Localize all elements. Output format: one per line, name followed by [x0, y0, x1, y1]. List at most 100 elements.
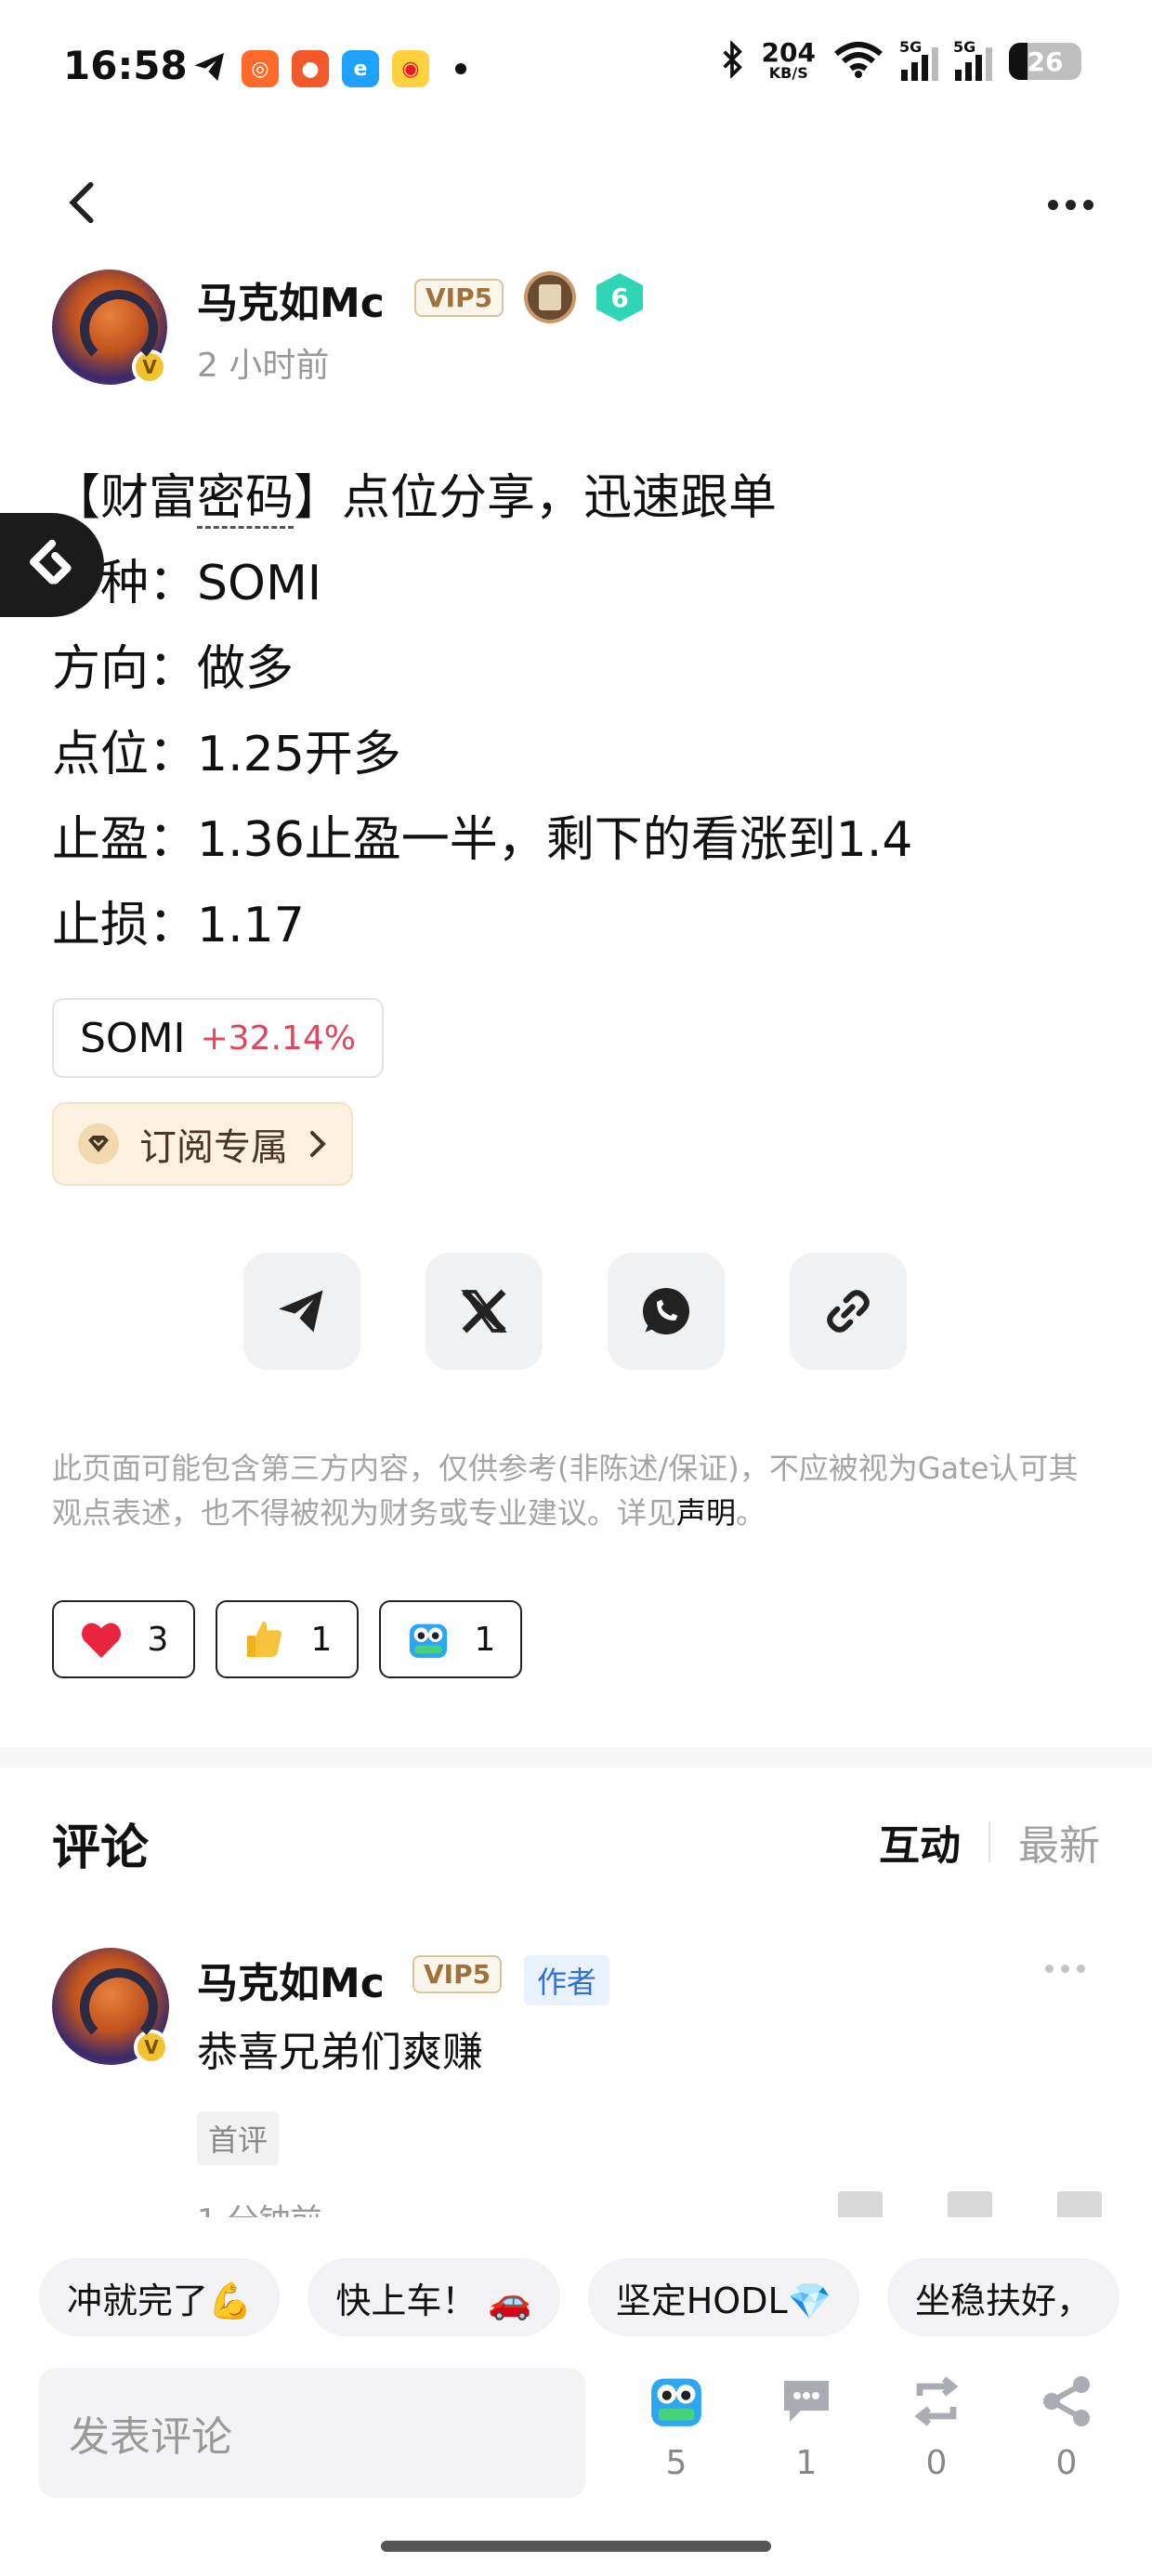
post-line-coin: 币种：SOMI: [52, 556, 322, 611]
whatsapp-icon: [643, 1288, 689, 1334]
section-divider: [0, 1747, 1152, 1768]
quick-reply-chip[interactable]: 冲就完了💪: [39, 2258, 281, 2336]
comment-text: 恭喜兄弟们爽赚: [197, 2029, 483, 2076]
more-dot-icon: [1045, 1965, 1054, 1973]
home-indicator[interactable]: [381, 2541, 771, 2552]
battery-icon: 26: [1009, 43, 1081, 80]
post-body: 【财富密码】点位分享，迅速跟单 币种：SOMI 方向：做多 点位：1.25开多 …: [52, 455, 1102, 968]
coin-tag[interactable]: SOMI +32.14%: [52, 998, 384, 1078]
sort-tab-interaction[interactable]: 互动: [879, 1812, 961, 1872]
thumbs-up-icon: [242, 1617, 287, 1662]
share-telegram-button[interactable]: [243, 1253, 360, 1370]
share-whatsapp-button[interactable]: [608, 1253, 725, 1370]
bottom-bar: 发表评论 5 1 0 0: [0, 2368, 1152, 2507]
comment-bubble-icon: [777, 2372, 836, 2431]
hodl-icon: [406, 1617, 451, 1662]
top-nav: [0, 167, 1152, 242]
comment-avatar[interactable]: V: [52, 1948, 169, 2065]
status-right: 204 KB/S 5G 5G 26: [719, 38, 1081, 82]
post-line-direction: 方向：做多: [52, 641, 295, 697]
chevron-left-icon: [69, 181, 94, 224]
floating-share-bubble[interactable]: [0, 513, 104, 617]
disclaimer-text: 此页面可能包含第三方内容，仅供参考(非陈述/保证)，不应被视为Gate认可其观点…: [52, 1451, 1079, 1531]
disclaimer-end: 。: [736, 1495, 766, 1531]
hodl-button[interactable]: 5: [641, 2372, 712, 2482]
author-avatar[interactable]: V: [52, 269, 167, 385]
comment-more-button[interactable]: [1045, 1965, 1085, 1973]
coin-tag-change: +32.14%: [200, 1019, 356, 1058]
pin-icon[interactable]: [838, 2191, 883, 2217]
comment-input[interactable]: 发表评论: [39, 2368, 585, 2498]
network-speed-unit: KB/S: [768, 64, 808, 82]
telegram-icon: [279, 1290, 323, 1333]
share-arrows-icon: [30, 539, 72, 585]
share-icon: [1037, 2372, 1096, 2431]
share-button[interactable]: 0: [1031, 2372, 1102, 2482]
bluetooth-icon: [719, 39, 745, 82]
subscribe-label: 订阅专属: [139, 1126, 288, 1169]
reactions: 3 1 1: [52, 1600, 522, 1678]
app-game-icon: ●: [292, 50, 329, 87]
comment-author-name[interactable]: 马克如Mc: [197, 1950, 385, 2009]
weibo-icon: ◉: [392, 50, 429, 87]
hodl-count: 5: [665, 2444, 687, 2482]
quick-reply-chip[interactable]: 坐稳扶好，: [886, 2258, 1119, 2336]
disclaimer-link[interactable]: 声明: [676, 1495, 736, 1531]
sort-tab-latest[interactable]: 最新: [1018, 1812, 1100, 1872]
signal-1-label: 5G: [899, 38, 923, 56]
app-blue-icon: e: [342, 50, 379, 87]
sort-separator: [988, 1821, 990, 1862]
wifi-icon: [832, 41, 884, 82]
telegram-icon: [191, 48, 229, 89]
copy-link-button[interactable]: [790, 1253, 907, 1370]
chevron-right-icon: [310, 1131, 326, 1157]
verified-badge-icon: V: [132, 349, 167, 385]
more-options-button[interactable]: [1033, 178, 1107, 230]
more-dot-icon: [1061, 1965, 1069, 1973]
verified-badge-icon: V: [134, 2030, 169, 2065]
hodl-icon: [647, 2372, 706, 2431]
author-badges: VIP5 6: [414, 269, 644, 325]
comment-item: V 马克如Mc VIP5 作者 恭喜兄弟们爽赚 首评 1 分钟前: [52, 1948, 1102, 2217]
reply-icon[interactable]: [1057, 2191, 1102, 2217]
notification-icons: ◎ ● e ◉: [191, 48, 466, 89]
post-line-stop-loss: 止损：1.17: [52, 898, 305, 953]
coin-tag-name: SOMI: [80, 1014, 186, 1062]
back-button[interactable]: [54, 175, 110, 230]
comment-time: 1 分钟前: [197, 2195, 321, 2217]
comment-sort-tabs: 互动 最新: [879, 1812, 1100, 1872]
signal-icon-2: 5G: [953, 38, 992, 81]
medal-icon: [524, 271, 577, 323]
repost-button[interactable]: 0: [901, 2372, 972, 2482]
reaction-thumbs-up-button[interactable]: 1: [216, 1600, 359, 1678]
reaction-hodl-button[interactable]: 1: [379, 1600, 522, 1678]
x-logo-icon: [461, 1289, 507, 1334]
first-comment-tag: 首评: [197, 2111, 280, 2165]
share-count: 0: [1055, 2444, 1078, 2482]
comment-vip-badge: VIP5: [412, 1955, 503, 1993]
share-x-button[interactable]: [425, 1253, 543, 1370]
app-orange-icon: ◎: [242, 50, 279, 87]
disclaimer: 此页面可能包含第三方内容，仅供参考(非陈述/保证)，不应被视为Gate认可其观点…: [52, 1446, 1102, 1535]
more-dot-icon: [1065, 199, 1076, 210]
vip-badge: VIP5: [414, 278, 504, 317]
signal-2-label: 5G: [953, 38, 976, 56]
comments-header: 评论 互动 最新: [52, 1808, 1100, 1876]
quick-reply-chip[interactable]: 坚定HODL💎: [587, 2258, 859, 2336]
post-title-keyword[interactable]: 密码: [197, 470, 295, 529]
repost-count: 0: [925, 2444, 948, 2482]
reaction-heart-button[interactable]: 3: [52, 1600, 195, 1678]
subscribe-exclusive-button[interactable]: 订阅专属: [52, 1102, 353, 1186]
reaction-heart-count: 3: [147, 1620, 169, 1659]
like-icon[interactable]: [948, 2191, 992, 2217]
post-title-suffix: 】点位分享，迅速跟单: [294, 470, 778, 526]
author-name[interactable]: 马克如Mc: [197, 269, 385, 329]
reaction-hodl-count: 1: [474, 1620, 496, 1659]
reaction-thumbs-up-count: 1: [310, 1620, 333, 1659]
diamond-icon: [78, 1124, 119, 1164]
network-speed: 204 KB/S: [762, 40, 816, 82]
comment-button[interactable]: 1: [771, 2372, 842, 2482]
quick-reply-chip[interactable]: 快上车！ 🚗: [308, 2258, 560, 2336]
more-dot-icon: [1077, 1965, 1085, 1973]
comment-author-tag: 作者: [524, 1955, 610, 2005]
